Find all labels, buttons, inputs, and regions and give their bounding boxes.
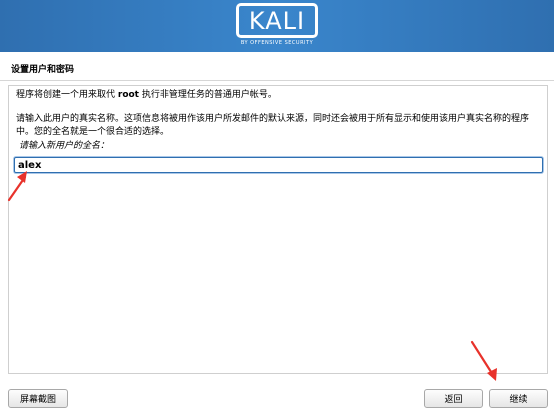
intro-text-suffix: 执行非管理任务的普通用户帐号。 <box>138 90 277 100</box>
kali-banner: KALI BY OFFENSIVE SECURITY <box>0 0 554 52</box>
root-keyword: root <box>117 90 139 100</box>
logo-text: KALI <box>236 3 318 38</box>
logo-tagline: BY OFFENSIVE SECURITY <box>240 40 314 46</box>
page-title: 设置用户和密码 <box>11 65 75 75</box>
fullname-prompt: 请输入新用户的全名： <box>19 141 110 151</box>
back-button[interactable]: 返回 <box>424 389 483 408</box>
title-divider <box>0 80 554 81</box>
content-panel: 程序将创建一个用来取代 root 执行非管理任务的普通用户帐号。 请输入此用户的… <box>8 85 548 374</box>
intro-text-prefix: 程序将创建一个用来取代 <box>16 90 118 100</box>
kali-logo: KALI BY OFFENSIVE SECURITY <box>236 3 318 49</box>
continue-button[interactable]: 继续 <box>489 389 548 408</box>
intro-text: 程序将创建一个用来取代 root 执行非管理任务的普通用户帐号。 <box>16 89 542 102</box>
description-text: 请输入此用户的真实名称。这项信息将被用作该用户所发邮件的默认来源，同时还会被用于… <box>16 114 530 137</box>
fullname-input[interactable] <box>14 157 543 173</box>
screenshot-button[interactable]: 屏幕截图 <box>8 389 68 408</box>
